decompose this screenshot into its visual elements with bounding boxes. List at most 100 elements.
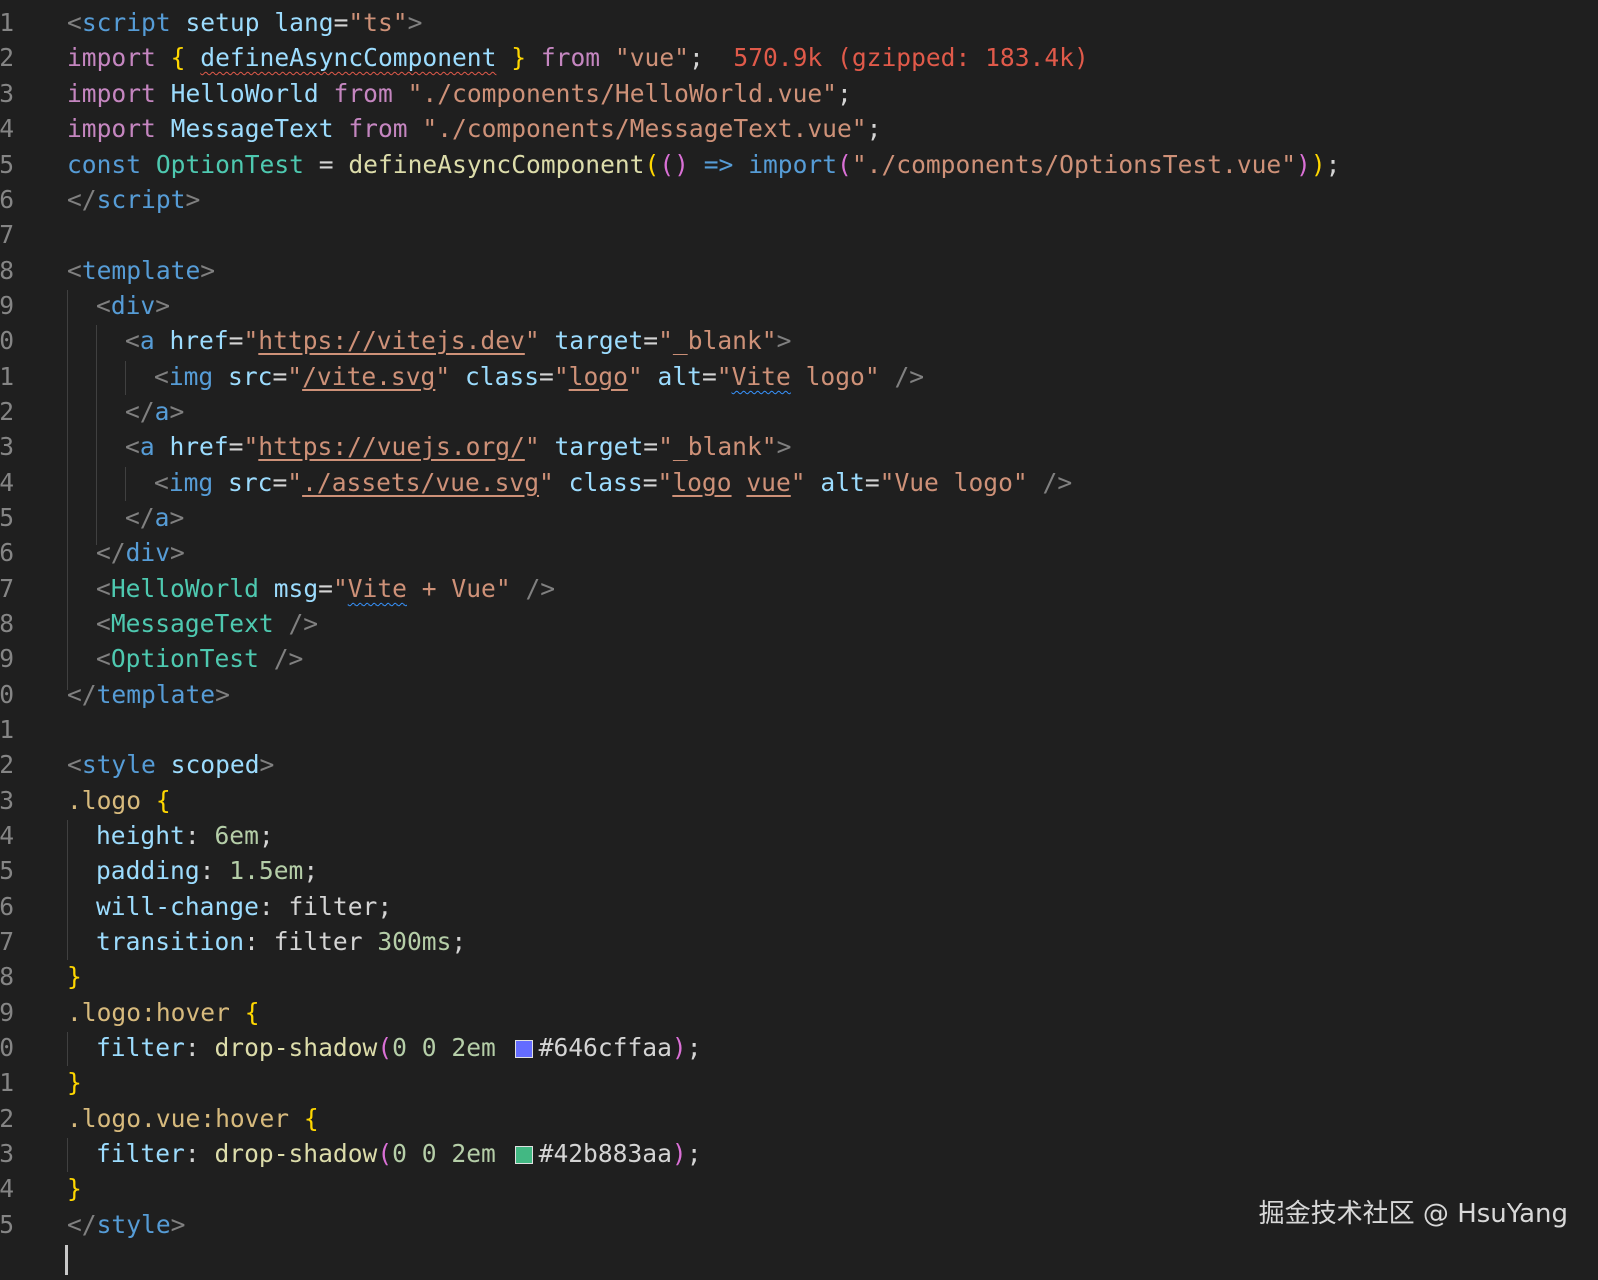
watermark: 掘金技术社区 @ HsuYang [1258, 1199, 1568, 1229]
code-token: target [554, 432, 644, 461]
class-link[interactable]: vue [746, 468, 790, 497]
code-token: > [170, 1210, 186, 1239]
code-line: import { defineAsyncComponent } from "vu… [67, 40, 1089, 76]
code-token: height [96, 821, 185, 850]
code-token: /> [894, 362, 925, 391]
code-line: <div> [96, 288, 170, 324]
code-line: transition: filter 300ms; [96, 924, 466, 960]
code-token: " [243, 326, 259, 355]
code-token: "Vue logo" [879, 468, 1028, 497]
code-token: style [96, 1210, 171, 1239]
code-token: "_blank" [658, 326, 777, 355]
code-token: OptionTest [155, 150, 304, 179]
path-link[interactable]: /vite.svg [302, 362, 435, 391]
code-token: .logo.vue:hover [67, 1104, 290, 1133]
code-token: : [244, 927, 274, 956]
code-token: = [272, 362, 288, 391]
line-number: 3 [0, 786, 14, 815]
code-token: "vue" [614, 43, 689, 72]
code-editor[interactable]: 1 2 3 4 5 6 7 8 9 0 1 2 3 4 5 6 7 8 9 0 … [0, 0, 1598, 1280]
code-token: class [568, 468, 643, 497]
code-token: "_blank" [658, 432, 777, 461]
code-token: } [67, 1068, 82, 1097]
code-token: 6em [214, 821, 259, 850]
code-token: lang [274, 8, 334, 37]
code-token: > [169, 397, 185, 426]
code-token: ; [377, 892, 393, 921]
spelling-warning[interactable]: Vite [732, 362, 791, 391]
code-token: > [407, 8, 423, 37]
code-token: 0 [392, 1033, 407, 1062]
url-link[interactable]: https://vuejs.org/ [258, 432, 525, 461]
unused-import-warning[interactable]: defineAsyncComponent [200, 43, 496, 72]
spelling-warning[interactable]: Vite [348, 574, 407, 603]
code-token: < [125, 326, 140, 355]
class-link[interactable]: logo [672, 468, 731, 497]
indent-guide [125, 467, 126, 501]
code-token: ) [1310, 150, 1326, 179]
code-token: ( [644, 150, 660, 179]
code-token: { [303, 1104, 319, 1133]
code-token: = [539, 362, 554, 391]
code-token: will-change [96, 892, 259, 921]
code-token: "./components/OptionsTest.vue" [851, 150, 1297, 179]
code-token: < [67, 750, 82, 779]
indent-guide [96, 325, 97, 545]
code-token: #646cffaa [538, 1033, 672, 1062]
line-number: 0 [0, 1033, 14, 1062]
color-swatch[interactable] [514, 1146, 533, 1164]
code-token: < [96, 574, 111, 603]
code-line: </a> [125, 500, 184, 536]
code-token: { [170, 43, 186, 72]
class-link[interactable]: logo [569, 362, 628, 391]
code-line: </a> [125, 394, 184, 430]
color-swatch[interactable] [514, 1040, 533, 1058]
code-token: const [67, 150, 142, 179]
code-token: = [864, 468, 880, 497]
code-token: img [168, 468, 214, 497]
code-token: </ [67, 1210, 97, 1239]
code-token: script [81, 8, 171, 37]
code-line: </script> [67, 182, 200, 218]
line-number: 9 [0, 998, 14, 1027]
code-line: </style> [67, 1207, 185, 1243]
code-token: src [228, 362, 273, 391]
path-link[interactable]: ./assets/vue.svg [302, 468, 539, 497]
code-token: </ [96, 538, 126, 567]
code-token: : [184, 821, 215, 850]
code-token: " [287, 362, 303, 391]
line-number: 5 [0, 150, 14, 179]
code-token: => [703, 150, 734, 179]
url-link[interactable]: https://vitejs.dev [258, 326, 525, 355]
code-token: { [155, 786, 171, 815]
code-line: <HelloWorld msg="Vite + Vue" /> [96, 571, 555, 607]
code-line: import MessageText from "./components/Me… [67, 111, 881, 147]
code-token: " [524, 326, 540, 355]
line-number: 7 [0, 927, 14, 956]
code-token: href [169, 326, 229, 355]
line-number: 2 [0, 397, 14, 426]
code-line: <img src="/vite.svg" class="logo" alt="V… [154, 359, 924, 395]
code-token: = [701, 362, 717, 391]
code-token: } [511, 43, 527, 72]
